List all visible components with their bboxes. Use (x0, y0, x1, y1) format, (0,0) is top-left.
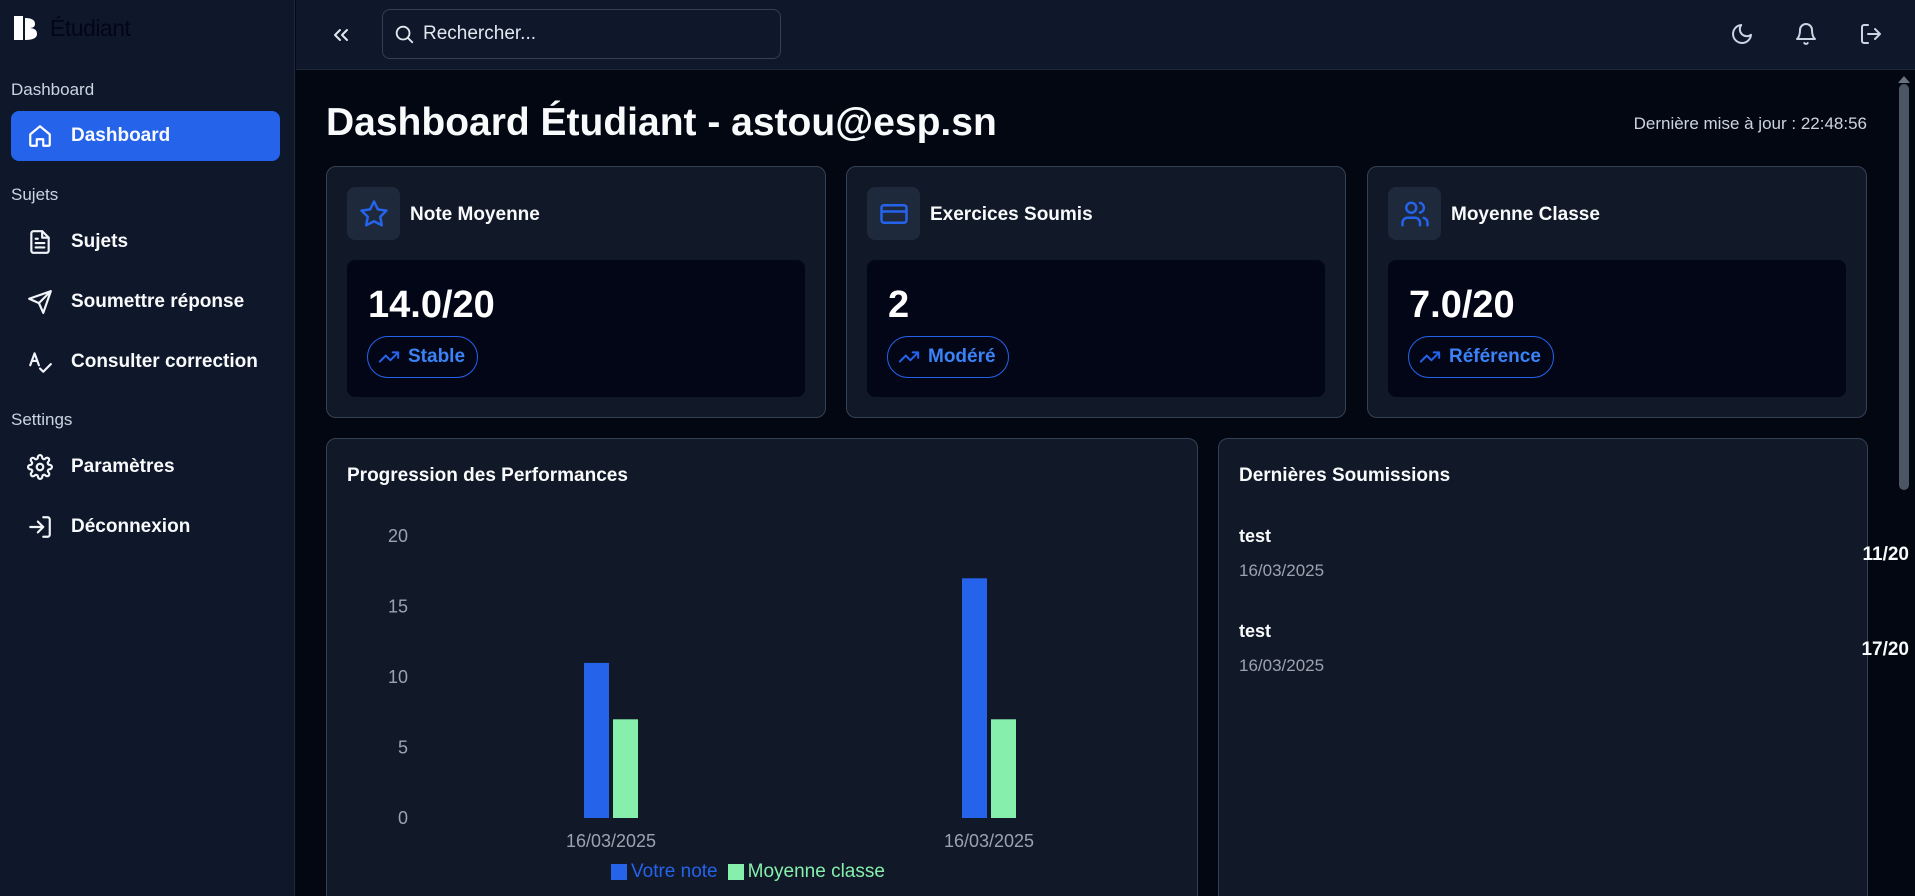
scrollbar-thumb[interactable] (1899, 84, 1909, 490)
performance-chart-panel: Progression des Performances 0 5 10 15 20 16/… (326, 438, 1198, 896)
trend-badge-label: Modéré (928, 346, 996, 367)
legend-swatch (727, 864, 744, 880)
logout-icon (1861, 24, 1881, 44)
stat-value-box: 2 Modéré (867, 260, 1325, 397)
sidebar-item-consulter-correction[interactable]: Consulter correction (11, 337, 280, 387)
bar-moyenne-classe[interactable] (613, 719, 638, 818)
legend-item[interactable]: Votre note (611, 861, 718, 883)
performance-bar-chart: 0 5 10 15 20 16/03/2025 16/03/2025 (388, 526, 1034, 851)
trend-badge: Modéré (887, 336, 1009, 378)
sidebar-item-dashboard[interactable]: Dashboard (11, 111, 280, 161)
file-text-icon (30, 230, 50, 254)
x-tick-label: 16/03/2025 (944, 831, 1034, 851)
legend-label: Votre note (631, 861, 718, 882)
legend-item[interactable]: Moyenne classe (727, 861, 885, 883)
sidebar-item-deconnexion[interactable]: Déconnexion (11, 502, 280, 552)
moon-icon (1732, 24, 1752, 44)
scroll-up-arrow[interactable] (1898, 76, 1910, 83)
page-title: Dashboard Étudiant - astou@esp.sn (326, 101, 997, 144)
y-tick-label: 0 (398, 808, 408, 828)
stat-card-exercices-soumis: Exercices Soumis 2 Modéré (846, 166, 1346, 418)
sidebar-item-sujets[interactable]: Sujets (11, 217, 280, 267)
submission-name: test (1239, 621, 1272, 641)
stat-label: Exercices Soumis (930, 204, 1093, 225)
nav-group-sujets: Sujets (11, 185, 59, 204)
collapse-sidebar-button[interactable] (326, 20, 356, 50)
submission-name: test (1239, 526, 1272, 546)
sidebar-item-label: Soumettre réponse (71, 291, 245, 312)
chart-legend: Votre note Moyenne classe (611, 861, 885, 883)
notifications-button[interactable] (1791, 19, 1821, 49)
stat-label: Note Moyenne (410, 204, 540, 225)
submissions-title: Dernières Soumissions (1239, 465, 1451, 486)
submission-date: 16/03/2025 (1239, 656, 1325, 675)
stat-card-note-moyenne: Note Moyenne 14.0/20 Stable (326, 166, 826, 418)
stat-value: 2 (888, 284, 910, 326)
brand[interactable]: Étudiant (12, 14, 131, 42)
stat-icon-wrapper (867, 187, 920, 240)
stat-value: 7.0/20 (1409, 284, 1515, 326)
recent-submissions-panel: Dernières Soumissions test 16/03/2025 11… (1218, 438, 1909, 896)
trending-up-icon (1419, 351, 1441, 363)
trending-up-icon (378, 351, 400, 363)
y-tick-label: 20 (388, 526, 408, 546)
sidebar-item-soumettre-reponse[interactable]: Soumettre réponse (11, 277, 280, 327)
bar-moyenne-classe[interactable] (991, 719, 1016, 818)
trend-badge: Référence (1408, 336, 1554, 378)
trend-badge: Stable (367, 336, 479, 378)
y-tick-label: 15 (388, 597, 408, 617)
page-scrollbar[interactable] (1897, 76, 1911, 896)
brand-name: Étudiant (50, 14, 131, 41)
search-input[interactable] (423, 23, 763, 45)
theme-toggle-button[interactable] (1727, 19, 1757, 49)
gear-icon (27, 454, 53, 480)
users-icon (1400, 201, 1429, 226)
last-update-timestamp: Dernière mise à jour : 22:48:56 (1633, 114, 1867, 133)
send-icon (28, 290, 52, 314)
logout-button[interactable] (1856, 19, 1886, 49)
logout-icon (29, 516, 51, 538)
bar-votre-note[interactable] (962, 578, 987, 818)
submission-row[interactable]: test 16/03/2025 11/20 (1239, 526, 1909, 592)
search-icon (395, 25, 414, 44)
bar-votre-note[interactable] (584, 662, 609, 818)
trending-up-icon (898, 351, 920, 363)
sidebar-item-label: Consulter correction (71, 351, 258, 372)
stat-card-moyenne-classe: Moyenne Classe 7.0/20 Référence (1367, 166, 1867, 418)
stat-value-box: 7.0/20 Référence (1388, 260, 1846, 397)
sidebar-item-label: Déconnexion (71, 516, 191, 537)
sidebar-item-label: Paramètres (71, 456, 175, 477)
home-icon (29, 125, 51, 147)
x-tick-label: 16/03/2025 (566, 831, 656, 851)
submission-row[interactable]: test 16/03/2025 17/20 (1239, 621, 1909, 687)
chevrons-left-icon (334, 29, 348, 41)
search-box[interactable] (382, 9, 781, 59)
star-icon (359, 199, 388, 226)
stat-icon-wrapper (1388, 187, 1441, 240)
trend-badge-label: Référence (1449, 346, 1541, 367)
trend-badge-label: Stable (408, 346, 466, 367)
nav-group-settings: Settings (11, 410, 73, 429)
stat-icon-wrapper (347, 187, 400, 240)
legend-label: Moyenne classe (747, 861, 885, 882)
y-tick-label: 10 (388, 667, 408, 687)
brand-logo-icon (14, 16, 37, 40)
sidebar-item-label: Dashboard (71, 125, 171, 146)
bell-icon (1796, 23, 1816, 45)
sidebar: Étudiant Dashboard Dashboard Sujets Suje… (0, 0, 295, 896)
spell-check-icon (29, 352, 52, 373)
legend-swatch (611, 864, 627, 880)
stat-label: Moyenne Classe (1451, 204, 1600, 225)
submission-date: 16/03/2025 (1239, 561, 1325, 580)
stat-value-box: 14.0/20 Stable (347, 260, 805, 397)
nav-group-dashboard: Dashboard (11, 80, 95, 99)
stat-value: 14.0/20 (368, 284, 495, 326)
credit-card-icon (879, 203, 908, 224)
y-tick-label: 5 (398, 738, 408, 758)
sidebar-item-parametres[interactable]: Paramètres (11, 442, 280, 492)
topbar (296, 0, 1915, 70)
sidebar-item-label: Sujets (71, 231, 129, 252)
